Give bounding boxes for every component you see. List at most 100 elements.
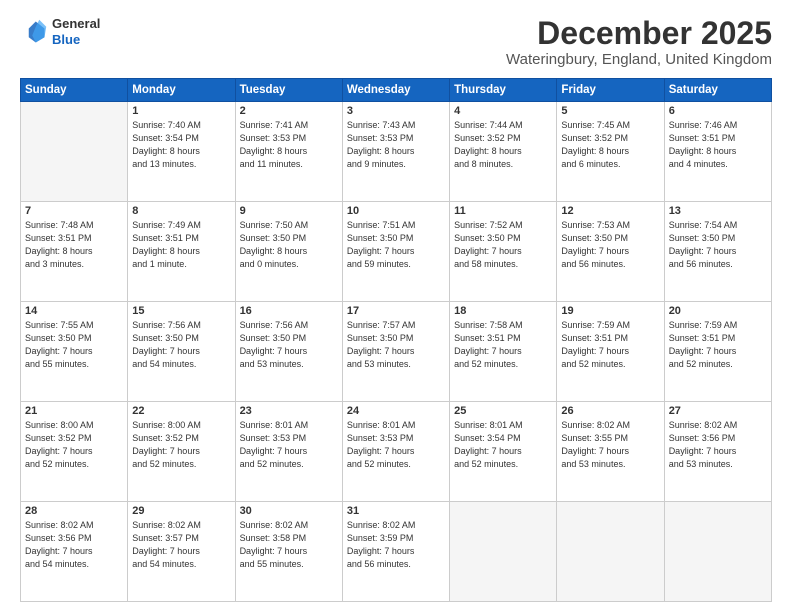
- calendar-cell: 9Sunrise: 7:50 AM Sunset: 3:50 PM Daylig…: [235, 202, 342, 302]
- day-info: Sunrise: 7:54 AM Sunset: 3:50 PM Dayligh…: [669, 219, 767, 271]
- day-info: Sunrise: 7:51 AM Sunset: 3:50 PM Dayligh…: [347, 219, 445, 271]
- header: General Blue December 2025 Wateringbury,…: [20, 16, 772, 68]
- day-info: Sunrise: 7:45 AM Sunset: 3:52 PM Dayligh…: [561, 119, 659, 171]
- day-number: 18: [454, 305, 552, 317]
- day-number: 8: [132, 205, 230, 217]
- calendar-cell: 27 Sunrise: 8:02 AM Sunset: 3:56 PM Dayli…: [664, 402, 771, 502]
- day-number: 12: [561, 205, 659, 217]
- day-number: 3: [347, 105, 445, 117]
- calendar-header-row: SundayMondayTuesdayWednesdayThursdayFrid…: [21, 79, 772, 102]
- subtitle: Wateringbury, England, United Kingdom: [506, 51, 772, 68]
- day-info: Sunrise: 8:01 AM Sunset: 3:53 PM Dayligh…: [347, 419, 445, 471]
- day-number: 10: [347, 205, 445, 217]
- calendar-cell: [664, 502, 771, 602]
- day-number: 21: [25, 405, 123, 417]
- day-number: 24: [347, 405, 445, 417]
- calendar-cell: 24 Sunrise: 8:01 AM Sunset: 3:53 PM Dayli…: [342, 402, 449, 502]
- day-number: 25: [454, 405, 552, 417]
- calendar-cell: 25Sunrise: 8:01 AM Sunset: 3:54 PM Dayli…: [450, 402, 557, 502]
- day-info: Sunrise: 8:02 AM Sunset: 3:55 PM Dayligh…: [561, 419, 659, 471]
- calendar-cell: 16Sunrise: 7:56 AM Sunset: 3:50 PM Dayli…: [235, 302, 342, 402]
- day-info: Sunrise: 8:02 AM Sunset: 3:56 PM Dayligh…: [669, 419, 767, 471]
- day-info: Sunrise: 8:02 AM Sunset: 3:58 PM Dayligh…: [240, 519, 338, 571]
- calendar-cell: 15 Sunrise: 7:56 AM Sunset: 3:50 PM Dayli…: [128, 302, 235, 402]
- calendar-cell: 10 Sunrise: 7:51 AM Sunset: 3:50 PM Dayli…: [342, 202, 449, 302]
- day-number: 28: [25, 505, 123, 517]
- calendar-week-row-2: 14Sunrise: 7:55 AM Sunset: 3:50 PM Dayli…: [21, 302, 772, 402]
- calendar-cell: 28 Sunrise: 8:02 AM Sunset: 3:56 PM Dayli…: [21, 502, 128, 602]
- day-info: Sunrise: 7:44 AM Sunset: 3:52 PM Dayligh…: [454, 119, 552, 171]
- day-info: Sunrise: 8:02 AM Sunset: 3:56 PM Dayligh…: [25, 519, 123, 571]
- day-number: 7: [25, 205, 123, 217]
- calendar-cell: 3 Sunrise: 7:43 AM Sunset: 3:53 PM Daylig…: [342, 102, 449, 202]
- main-title: December 2025: [506, 16, 772, 51]
- day-info: Sunrise: 7:46 AM Sunset: 3:51 PM Dayligh…: [669, 119, 767, 171]
- calendar-cell: 13 Sunrise: 7:54 AM Sunset: 3:50 PM Dayli…: [664, 202, 771, 302]
- day-info: Sunrise: 7:52 AM Sunset: 3:50 PM Dayligh…: [454, 219, 552, 271]
- day-info: Sunrise: 7:40 AM Sunset: 3:54 PM Dayligh…: [132, 119, 230, 171]
- calendar-cell: 5Sunrise: 7:45 AM Sunset: 3:52 PM Daylig…: [557, 102, 664, 202]
- day-info: Sunrise: 7:49 AM Sunset: 3:51 PM Dayligh…: [132, 219, 230, 271]
- calendar-cell: 26 Sunrise: 8:02 AM Sunset: 3:55 PM Dayli…: [557, 402, 664, 502]
- day-info: Sunrise: 8:01 AM Sunset: 3:53 PM Dayligh…: [240, 419, 338, 471]
- calendar-header-sunday: Sunday: [21, 79, 128, 102]
- day-number: 26: [561, 405, 659, 417]
- day-number: 13: [669, 205, 767, 217]
- day-number: 14: [25, 305, 123, 317]
- calendar-cell: 14Sunrise: 7:55 AM Sunset: 3:50 PM Dayli…: [21, 302, 128, 402]
- calendar-cell: [557, 502, 664, 602]
- day-info: Sunrise: 7:58 AM Sunset: 3:51 PM Dayligh…: [454, 319, 552, 371]
- calendar-cell: 4Sunrise: 7:44 AM Sunset: 3:52 PM Daylig…: [450, 102, 557, 202]
- calendar-cell: 23 Sunrise: 8:01 AM Sunset: 3:53 PM Dayli…: [235, 402, 342, 502]
- day-info: Sunrise: 7:53 AM Sunset: 3:50 PM Dayligh…: [561, 219, 659, 271]
- calendar-week-row-4: 28 Sunrise: 8:02 AM Sunset: 3:56 PM Dayli…: [21, 502, 772, 602]
- logo-line2: Blue: [52, 32, 100, 48]
- logo-icon: [20, 18, 48, 46]
- day-info: Sunrise: 7:59 AM Sunset: 3:51 PM Dayligh…: [669, 319, 767, 371]
- calendar-cell: 30 Sunrise: 8:02 AM Sunset: 3:58 PM Dayli…: [235, 502, 342, 602]
- day-number: 17: [347, 305, 445, 317]
- calendar-header-wednesday: Wednesday: [342, 79, 449, 102]
- logo-line1: General: [52, 16, 100, 32]
- day-info: Sunrise: 8:00 AM Sunset: 3:52 PM Dayligh…: [132, 419, 230, 471]
- day-number: 15: [132, 305, 230, 317]
- title-block: December 2025 Wateringbury, England, Uni…: [506, 16, 772, 68]
- page: General Blue December 2025 Wateringbury,…: [0, 0, 792, 612]
- day-number: 11: [454, 205, 552, 217]
- day-number: 1: [132, 105, 230, 117]
- calendar-cell: 17 Sunrise: 7:57 AM Sunset: 3:50 PM Dayli…: [342, 302, 449, 402]
- calendar-header-tuesday: Tuesday: [235, 79, 342, 102]
- calendar-header-thursday: Thursday: [450, 79, 557, 102]
- day-info: Sunrise: 7:48 AM Sunset: 3:51 PM Dayligh…: [25, 219, 123, 271]
- day-number: 22: [132, 405, 230, 417]
- day-info: Sunrise: 8:02 AM Sunset: 3:59 PM Dayligh…: [347, 519, 445, 571]
- day-info: Sunrise: 8:02 AM Sunset: 3:57 PM Dayligh…: [132, 519, 230, 571]
- day-info: Sunrise: 7:57 AM Sunset: 3:50 PM Dayligh…: [347, 319, 445, 371]
- day-info: Sunrise: 7:43 AM Sunset: 3:53 PM Dayligh…: [347, 119, 445, 171]
- calendar-cell: 20 Sunrise: 7:59 AM Sunset: 3:51 PM Dayli…: [664, 302, 771, 402]
- day-number: 6: [669, 105, 767, 117]
- logo-text: General Blue: [52, 16, 100, 47]
- calendar-cell: 7 Sunrise: 7:48 AM Sunset: 3:51 PM Daylig…: [21, 202, 128, 302]
- day-number: 27: [669, 405, 767, 417]
- day-number: 23: [240, 405, 338, 417]
- calendar-cell: 19 Sunrise: 7:59 AM Sunset: 3:51 PM Dayli…: [557, 302, 664, 402]
- calendar-cell: 29 Sunrise: 8:02 AM Sunset: 3:57 PM Dayli…: [128, 502, 235, 602]
- day-info: Sunrise: 7:50 AM Sunset: 3:50 PM Dayligh…: [240, 219, 338, 271]
- day-number: 16: [240, 305, 338, 317]
- calendar-header-friday: Friday: [557, 79, 664, 102]
- day-number: 30: [240, 505, 338, 517]
- calendar-cell: 22 Sunrise: 8:00 AM Sunset: 3:52 PM Dayli…: [128, 402, 235, 502]
- calendar-header-monday: Monday: [128, 79, 235, 102]
- day-number: 20: [669, 305, 767, 317]
- logo: General Blue: [20, 16, 100, 47]
- calendar-cell: 18 Sunrise: 7:58 AM Sunset: 3:51 PM Dayli…: [450, 302, 557, 402]
- day-number: 19: [561, 305, 659, 317]
- calendar-cell: 2Sunrise: 7:41 AM Sunset: 3:53 PM Daylig…: [235, 102, 342, 202]
- calendar-cell: 11 Sunrise: 7:52 AM Sunset: 3:50 PM Dayli…: [450, 202, 557, 302]
- day-info: Sunrise: 7:59 AM Sunset: 3:51 PM Dayligh…: [561, 319, 659, 371]
- day-number: 2: [240, 105, 338, 117]
- calendar-cell: 6 Sunrise: 7:46 AM Sunset: 3:51 PM Daylig…: [664, 102, 771, 202]
- day-info: Sunrise: 7:56 AM Sunset: 3:50 PM Dayligh…: [132, 319, 230, 371]
- day-number: 29: [132, 505, 230, 517]
